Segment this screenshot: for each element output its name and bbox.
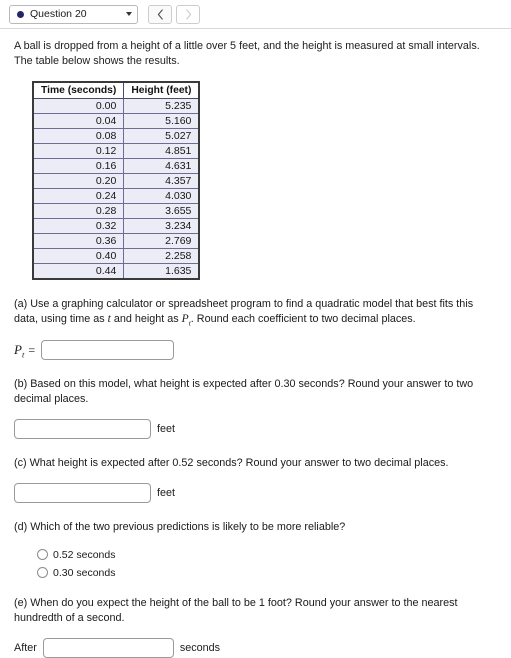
cell-height: 2.258 (123, 247, 200, 264)
cell-time: 0.24 (32, 187, 125, 204)
part-a-model-input[interactable] (41, 340, 175, 361)
part-e-prompt: (e) When do you expect the height of the… (14, 596, 458, 624)
table-row: 0.12 4.851 (32, 142, 200, 159)
cell-height: 2.769 (123, 232, 200, 249)
cell-height: 5.027 (123, 127, 200, 144)
cell-height: 5.235 (123, 97, 200, 114)
table-row: 0.40 2.258 (32, 247, 200, 264)
cell-height: 4.030 (123, 187, 200, 204)
previous-question-button[interactable] (148, 4, 172, 24)
part-c-height-input[interactable] (14, 482, 151, 503)
table-body: 0.00 5.235 0.04 5.160 0.08 5.027 0.12 4.851 0.16… (32, 97, 200, 280)
part-a: (a) Use a graphing calculator or spreads… (14, 297, 498, 361)
table-row: 0.44 1.635 (32, 262, 200, 280)
cell-time: 0.44 (32, 262, 125, 280)
column-header-height: Height (feet) (123, 81, 200, 99)
question-body: A ball is dropped from a height of a lit… (0, 29, 511, 658)
part-a-prompt-text-2: and height as (110, 312, 182, 325)
part-b-height-input[interactable] (14, 419, 151, 440)
cell-time: 0.20 (32, 172, 125, 189)
table-header-row: Time (seconds) Height (feet) (32, 81, 200, 99)
part-e-time-input[interactable] (42, 637, 174, 658)
part-d-prompt: (d) Which of the two previous prediction… (14, 520, 346, 533)
cell-height: 3.234 (123, 217, 200, 234)
part-d-option-label: 0.30 seconds (53, 566, 116, 579)
variable-p-t: Pt (181, 312, 191, 327)
part-d: (d) Which of the two previous prediction… (14, 520, 498, 579)
chevron-left-icon (157, 8, 163, 20)
cell-time: 0.00 (32, 97, 125, 114)
question-selector-dropdown[interactable]: Question 20 (9, 4, 138, 24)
part-b: (b) Based on this model, what height is … (14, 377, 498, 440)
cell-time: 0.08 (32, 127, 125, 144)
part-d-option[interactable]: 0.52 seconds (37, 549, 498, 561)
cell-time: 0.28 (32, 202, 125, 219)
part-a-answer-row: Pt = (14, 340, 498, 361)
chevron-down-icon (126, 12, 132, 16)
table-row: 0.08 5.027 (32, 127, 200, 144)
table-row: 0.20 4.357 (32, 172, 200, 189)
part-c: (c) What height is expected after 0.52 s… (14, 456, 498, 503)
cell-time: 0.04 (32, 112, 125, 129)
table-row: 0.04 5.160 (32, 112, 200, 129)
part-e-answer-row: After seconds (14, 637, 498, 658)
part-c-unit-label: feet (157, 486, 176, 499)
part-c-answer-row: feet (14, 482, 498, 503)
part-a-answer-label: Pt (14, 341, 25, 360)
column-header-time: Time (seconds) (32, 81, 125, 99)
part-a-prompt: (a) Use a graphing calculator or spreads… (14, 297, 492, 329)
part-d-option[interactable]: 0.30 seconds (37, 567, 498, 579)
question-status-dot-icon (17, 10, 24, 18)
cell-time: 0.40 (32, 247, 125, 264)
question-toolbar: Question 20 (0, 0, 511, 28)
part-b-prompt: (b) Based on this model, what height is … (14, 378, 474, 406)
cell-height: 3.655 (123, 202, 200, 219)
cell-height: 1.635 (123, 262, 200, 280)
cell-height: 5.160 (123, 112, 200, 129)
cell-time: 0.36 (32, 232, 125, 249)
question-navigation-group (148, 4, 200, 24)
table-row: 0.00 5.235 (32, 97, 200, 114)
cell-height: 4.631 (123, 157, 200, 174)
cell-height: 4.851 (123, 142, 200, 159)
part-d-options: 0.52 seconds 0.30 seconds (37, 549, 498, 579)
part-e-prefix-label: After (14, 641, 37, 654)
table-row: 0.16 4.631 (32, 157, 200, 174)
part-a-prompt-text-3: . Round each coefficient to two decimal … (190, 312, 416, 325)
part-b-unit-label: feet (157, 423, 176, 436)
radio-button-icon[interactable] (37, 567, 48, 579)
table-row: 0.24 4.030 (32, 187, 200, 204)
next-question-button[interactable] (176, 4, 200, 24)
table-row: 0.32 3.234 (32, 217, 200, 234)
measurement-data-table: Time (seconds) Height (feet) 0.00 5.235 0.… (32, 80, 201, 280)
question-selector-label: Question 20 (30, 8, 87, 20)
part-c-prompt: (c) What height is expected after 0.52 s… (14, 457, 449, 470)
part-e-unit-label: seconds (179, 641, 221, 654)
part-b-answer-row: feet (14, 419, 498, 440)
cell-time: 0.12 (32, 142, 125, 159)
table-row: 0.28 3.655 (32, 202, 200, 219)
chevron-right-icon (185, 8, 191, 20)
data-table-container: Time (seconds) Height (feet) 0.00 5.235 0.… (32, 80, 498, 280)
table-row: 0.36 2.769 (32, 232, 200, 249)
part-e: (e) When do you expect the height of the… (14, 596, 498, 658)
problem-statement: A ball is dropped from a height of a lit… (14, 40, 480, 67)
radio-button-icon[interactable] (37, 549, 48, 561)
equals-sign: = (28, 342, 36, 357)
part-d-option-label: 0.52 seconds (53, 548, 116, 561)
cell-time: 0.32 (32, 217, 125, 234)
cell-height: 4.357 (123, 172, 200, 189)
cell-time: 0.16 (32, 157, 125, 174)
